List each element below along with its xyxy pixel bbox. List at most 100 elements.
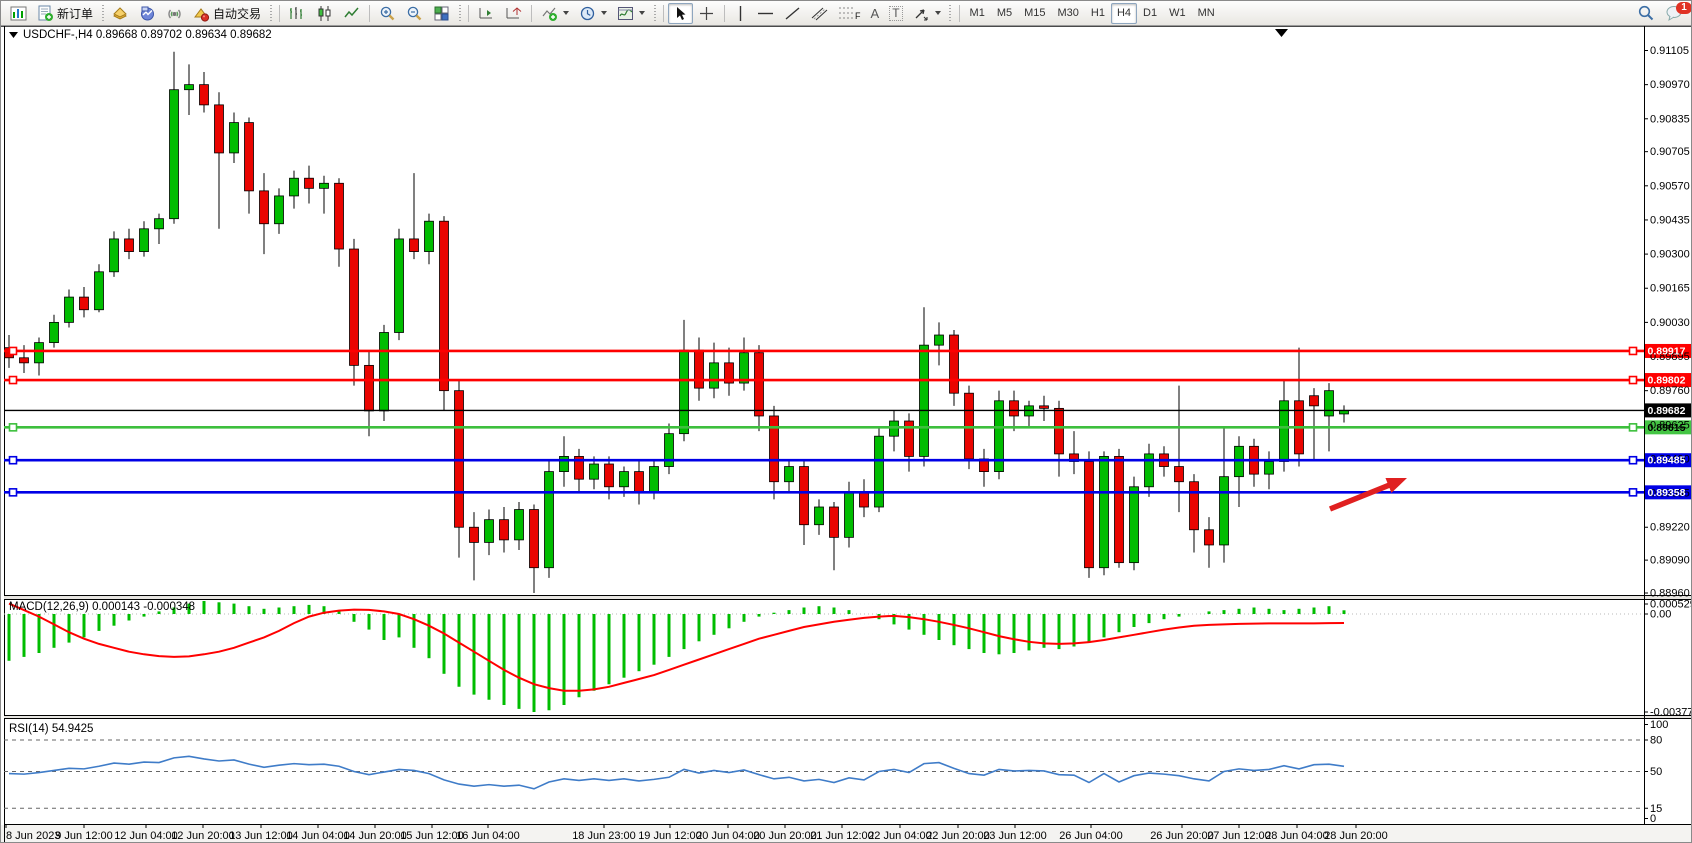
time-label: 13 Jun 12:00	[229, 830, 293, 842]
chart-shift-icon	[505, 5, 522, 22]
vertical-line-tool-button[interactable]	[729, 3, 752, 24]
toolbar-grip	[948, 5, 953, 22]
chart-bars-button[interactable]	[284, 3, 311, 24]
chart-canvas[interactable]: 0.911050.909700.908350.907050.905700.904…	[1, 1, 1692, 843]
zoom-out-button[interactable]	[401, 3, 428, 24]
rsi-tick-label: 50	[1650, 766, 1662, 778]
price-line-badge: 0.89917	[1648, 345, 1686, 357]
dropdown-caret-icon	[639, 11, 645, 15]
rsi-tick-label: 80	[1650, 735, 1662, 747]
text-tool-button[interactable]: A	[866, 3, 885, 24]
time-label: 16 Jun 04:00	[456, 830, 520, 842]
time-label: 22 Jun 04:00	[868, 830, 932, 842]
zoom-out-icon	[406, 5, 423, 22]
new-order-icon	[37, 5, 54, 22]
candlestick-chart-icon	[316, 5, 333, 22]
timeframe-m15-button[interactable]: M15	[1018, 3, 1051, 24]
new-order-button[interactable]: 新订单	[32, 3, 98, 24]
toolbar-grip	[652, 5, 657, 22]
macd-tick-label: 0.00	[1650, 609, 1671, 621]
chart-title: USDCHF-,H4 0.89668 0.89702 0.89634 0.896…	[23, 29, 272, 41]
crosshair-tool-button[interactable]	[693, 3, 720, 24]
auto-trading-button[interactable]: 自动交易	[188, 3, 266, 24]
timeframe-w1-button[interactable]: W1	[1163, 3, 1192, 24]
notifications-button[interactable]: 1	[1660, 3, 1689, 24]
timeframe-h4-button[interactable]: H4	[1111, 3, 1137, 24]
chart-candles-button[interactable]	[311, 3, 338, 24]
text-tool-icon: A	[871, 6, 880, 21]
notification-count-badge: 1	[1676, 2, 1692, 14]
time-label: 28 Jun 04:00	[1265, 830, 1329, 842]
price-line-badge: 0.89802	[1648, 375, 1686, 387]
periods-button[interactable]	[574, 3, 612, 24]
price-tick-label: 0.90165	[1650, 283, 1690, 295]
indicators-button[interactable]	[536, 3, 574, 24]
cursor-tool-button[interactable]	[668, 3, 693, 24]
timeframe-d1-button[interactable]: D1	[1137, 3, 1163, 24]
price-tick-label: 0.90300	[1650, 249, 1690, 261]
tile-windows-button[interactable]	[428, 3, 455, 24]
price-tick-label: 0.90030	[1650, 317, 1690, 329]
toolbar-separator	[663, 5, 664, 22]
price-tick-label: 0.91105	[1650, 45, 1689, 57]
auto-trading-icon	[193, 5, 210, 22]
fibonacci-tool-button[interactable]: F	[833, 3, 866, 24]
crosshair-icon	[698, 5, 715, 22]
price-tick-label: 0.90705	[1650, 146, 1690, 158]
fibonacci-letter: F	[855, 11, 861, 21]
arrow-objects-icon	[913, 5, 930, 22]
horizontal-line-tool-button[interactable]	[752, 3, 779, 24]
tile-windows-icon	[433, 5, 450, 22]
zoom-in-button[interactable]	[374, 3, 401, 24]
arrows-tool-button[interactable]	[908, 3, 946, 24]
trendline-tool-button[interactable]	[779, 3, 806, 24]
navigator-icon	[139, 5, 156, 22]
zoom-in-icon	[379, 5, 396, 22]
time-label: 8 Jun 2023	[6, 830, 60, 842]
text-label-tool-button[interactable]: T	[884, 3, 907, 24]
clock-icon	[579, 5, 596, 22]
auto-trading-label: 自动交易	[213, 5, 261, 22]
signals-button[interactable]	[161, 3, 188, 24]
navigator-button[interactable]	[134, 3, 161, 24]
toolbar-grip	[100, 5, 105, 22]
trendline-icon	[784, 5, 801, 22]
time-label: 20 Jun 20:00	[753, 830, 817, 842]
price-line-badge: 0.89682	[1648, 405, 1686, 417]
search-icon	[1637, 4, 1655, 22]
time-label: 19 Jun 12:00	[638, 830, 702, 842]
channel-tool-button[interactable]	[806, 3, 833, 24]
time-label: 23 Jun 12:00	[983, 830, 1047, 842]
templates-button[interactable]	[612, 3, 650, 24]
signal-icon	[166, 5, 183, 22]
search-button[interactable]	[1632, 3, 1660, 24]
timeframe-mn-button[interactable]: MN	[1192, 3, 1221, 24]
toolbar-separator	[959, 5, 960, 22]
toolbar-grip	[268, 5, 273, 22]
timeframe-m30-button[interactable]: M30	[1052, 3, 1085, 24]
market-watch-button[interactable]	[107, 3, 134, 24]
main-toolbar: 新订单 自动交易	[1, 1, 1692, 26]
chart-line-button[interactable]	[338, 3, 365, 24]
chart-shift-button[interactable]	[500, 3, 527, 24]
dropdown-caret-icon	[935, 11, 941, 15]
price-tick-label: 0.89220	[1650, 522, 1690, 534]
time-label: 15 Jun 12:00	[400, 830, 464, 842]
auto-scroll-button[interactable]	[473, 3, 500, 24]
time-label: 12 Jun 04:00	[114, 830, 178, 842]
cursor-icon	[673, 6, 688, 21]
price-line-badge: 0.89615	[1648, 422, 1686, 434]
bar-chart-icon	[289, 5, 306, 22]
horizontal-line-icon	[757, 7, 774, 20]
time-label: 18 Jun 23:00	[572, 830, 636, 842]
time-label: 14 Jun 20:00	[343, 830, 407, 842]
timeframe-h1-button[interactable]: H1	[1085, 3, 1111, 24]
price-tick-label: 0.90570	[1650, 180, 1690, 192]
mt4-window: 新订单 自动交易	[0, 0, 1692, 843]
timeframe-m1-button[interactable]: M1	[964, 3, 991, 24]
time-label: 20 Jun 04:00	[696, 830, 760, 842]
toolbar-separator	[468, 5, 469, 22]
line-chart-icon	[343, 5, 360, 22]
rsi-title: RSI(14) 54.9425	[9, 723, 93, 735]
timeframe-m5-button[interactable]: M5	[991, 3, 1018, 24]
